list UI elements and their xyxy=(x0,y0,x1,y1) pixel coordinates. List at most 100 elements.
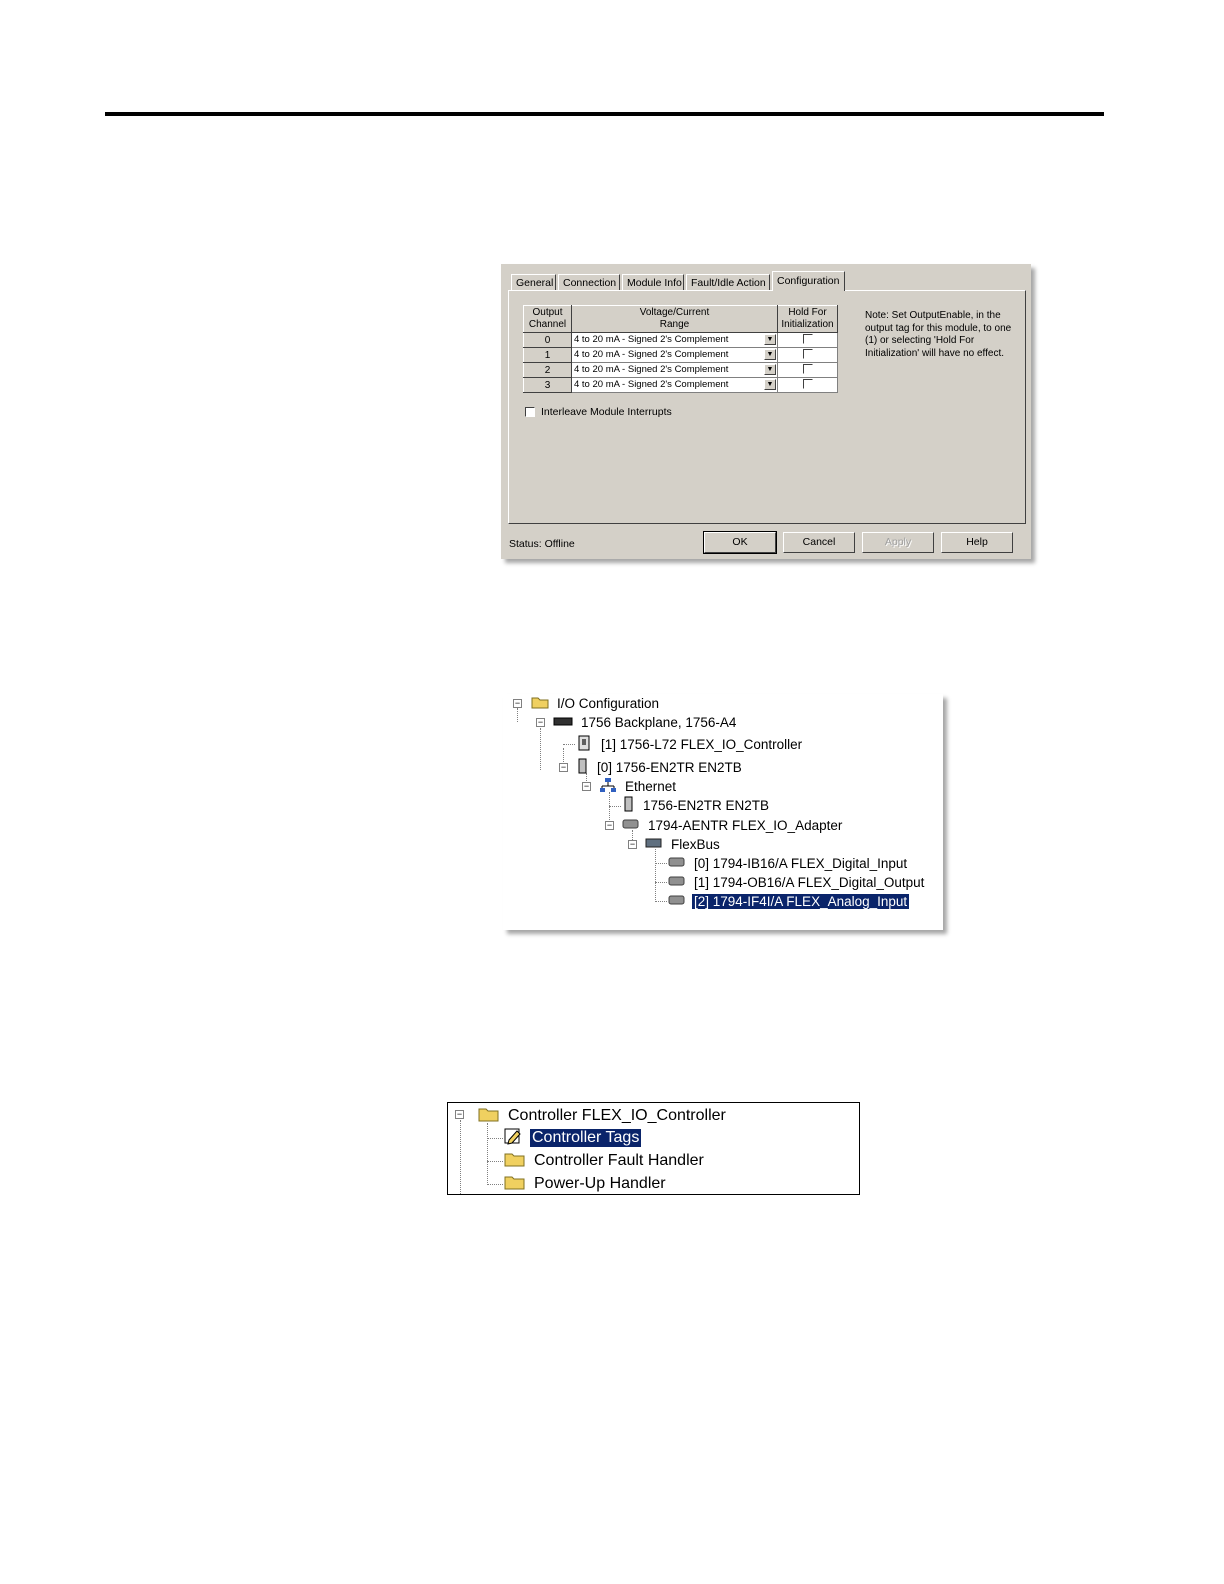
tree-node-controller-root[interactable]: Controller FLEX_IO_Controller xyxy=(478,1105,728,1127)
dropdown-arrow-icon[interactable]: ▼ xyxy=(764,349,776,360)
status-label: Status: xyxy=(509,538,542,550)
dropdown-arrow-icon[interactable]: ▼ xyxy=(764,364,776,375)
collapse-icon[interactable]: − xyxy=(513,699,522,708)
status-bar: Status: Offline xyxy=(509,538,575,550)
module-icon xyxy=(623,796,635,815)
tree-node-module-2[interactable]: [2] 1794-IF4I/A FLEX_Analog_Input xyxy=(668,892,911,910)
tree-node-label: 1756-EN2TR EN2TB xyxy=(643,797,770,813)
tree-node-label: [1] 1794-OB16/A FLEX_Digital_Output xyxy=(694,874,925,890)
ok-button[interactable]: OK xyxy=(703,531,777,554)
table-row: 1 4 to 20 mA - Signed 2's Complement ▼ xyxy=(523,347,838,363)
config-grid: Output Channel Voltage/Current Range Hold … xyxy=(523,305,838,393)
module-properties-dialog: General Connection Module Info Fault/Idl… xyxy=(501,264,1031,559)
hold-checkbox[interactable] xyxy=(802,378,813,389)
range-value: 4 to 20 mA - Signed 2's Complement xyxy=(574,379,729,390)
tree-node-backplane[interactable]: 1756 Backplane, 1756-A4 xyxy=(553,713,738,731)
hold-cell xyxy=(777,332,838,348)
col-header-hold: Hold For Initialization xyxy=(777,305,838,333)
channel-cell: 2 xyxy=(523,362,572,378)
collapse-icon[interactable]: − xyxy=(582,782,591,791)
channel-cell: 3 xyxy=(523,377,572,393)
tree-line xyxy=(655,849,656,902)
range-value: 4 to 20 mA - Signed 2's Complement xyxy=(574,334,729,345)
tree-node-label: [0] 1794-IB16/A FLEX_Digital_Input xyxy=(694,855,908,871)
tree-line xyxy=(563,744,575,745)
tree-node-label: I/O Configuration xyxy=(557,695,660,711)
hold-checkbox[interactable] xyxy=(802,333,813,344)
dropdown-arrow-icon[interactable]: ▼ xyxy=(764,334,776,345)
tree-node-label: 1794-AENTR FLEX_IO_Adapter xyxy=(648,817,843,833)
tree-line xyxy=(655,901,667,902)
tab-fault-idle-action[interactable]: Fault/Idle Action xyxy=(686,274,770,290)
interleave-option[interactable]: Interleave Module Interrupts xyxy=(525,406,672,418)
header-rule xyxy=(105,112,1104,116)
apply-button[interactable]: Apply xyxy=(862,532,934,553)
hold-cell xyxy=(777,377,838,393)
tree-line xyxy=(655,863,667,864)
output-enable-note: Note: Set OutputEnable, in the output ta… xyxy=(865,310,1012,359)
hold-checkbox[interactable] xyxy=(802,363,813,374)
tree-node-label-selected: Controller Tags xyxy=(528,1128,643,1148)
tree-line xyxy=(460,1120,461,1194)
tab-configuration[interactable]: Configuration xyxy=(772,271,845,291)
module-icon xyxy=(622,818,640,833)
collapse-icon[interactable]: − xyxy=(536,718,545,727)
interleave-checkbox[interactable] xyxy=(525,407,535,417)
tree-node-controller-tags[interactable]: Controller Tags xyxy=(504,1127,643,1150)
table-row: 3 4 to 20 mA - Signed 2's Complement ▼ xyxy=(523,377,838,393)
tree-node-module-1[interactable]: [1] 1794-OB16/A FLEX_Digital_Output xyxy=(668,873,926,891)
tree-node-fault-handler[interactable]: Controller Fault Handler xyxy=(504,1150,706,1172)
range-value: 4 to 20 mA - Signed 2's Complement xyxy=(574,349,729,360)
collapse-icon[interactable]: − xyxy=(455,1110,464,1119)
tree-line xyxy=(487,1184,503,1185)
tree-line xyxy=(609,806,621,807)
channel-cell: 1 xyxy=(523,347,572,363)
tree-node-module-0[interactable]: [0] 1794-IB16/A FLEX_Digital_Input xyxy=(668,854,909,872)
io-configuration-tree: − I/O Configuration − 1756 Backplane, 17… xyxy=(503,694,943,930)
tree-line xyxy=(540,728,541,770)
tab-module-info[interactable]: Module Info xyxy=(622,274,684,290)
folder-icon xyxy=(504,1174,526,1195)
range-select[interactable]: 4 to 20 mA - Signed 2's Complement ▼ xyxy=(571,377,778,393)
tab-connection[interactable]: Connection xyxy=(558,274,620,290)
flexbus-icon xyxy=(645,837,663,852)
collapse-icon[interactable]: − xyxy=(559,763,568,772)
folder-icon xyxy=(478,1106,500,1127)
range-select[interactable]: 4 to 20 mA - Signed 2's Complement ▼ xyxy=(571,347,778,363)
hold-checkbox[interactable] xyxy=(802,348,813,359)
network-icon xyxy=(599,777,617,796)
tree-node-en2tr[interactable]: [0] 1756-EN2TR EN2TB xyxy=(577,758,744,776)
tree-node-label: Controller Fault Handler xyxy=(534,1152,704,1169)
tree-node-controller[interactable]: [1] 1756-L72 FLEX_IO_Controller xyxy=(577,735,804,753)
tree-line xyxy=(517,708,518,722)
folder-icon xyxy=(504,1151,526,1172)
tree-node-label: Power-Up Handler xyxy=(534,1175,666,1192)
range-value: 4 to 20 mA - Signed 2's Complement xyxy=(574,364,729,375)
collapse-icon[interactable]: − xyxy=(605,821,614,830)
range-select[interactable]: 4 to 20 mA - Signed 2's Complement ▼ xyxy=(571,332,778,348)
tree-node-label: [1] 1756-L72 FLEX_IO_Controller xyxy=(601,736,803,752)
range-select[interactable]: 4 to 20 mA - Signed 2's Complement ▼ xyxy=(571,362,778,378)
help-button[interactable]: Help xyxy=(941,532,1013,553)
cancel-button[interactable]: Cancel xyxy=(783,532,855,553)
tree-node-adapter[interactable]: 1794-AENTR FLEX_IO_Adapter xyxy=(622,816,844,834)
tree-node-en2tr-ethernet[interactable]: 1756-EN2TR EN2TB xyxy=(623,796,771,814)
tree-node-label: 1756 Backplane, 1756-A4 xyxy=(581,714,737,730)
collapse-icon[interactable]: − xyxy=(628,840,637,849)
tags-icon xyxy=(504,1127,524,1150)
tab-general[interactable]: General xyxy=(511,274,556,290)
col-header-range: Voltage/Current Range xyxy=(571,305,778,333)
tree-line xyxy=(655,882,667,883)
controller-organizer-tree: − Controller FLEX_IO_Controller Controll… xyxy=(447,1102,860,1195)
tree-line xyxy=(487,1161,503,1162)
dropdown-arrow-icon[interactable]: ▼ xyxy=(764,379,776,390)
tree-node-power-up-handler[interactable]: Power-Up Handler xyxy=(504,1173,668,1195)
module-icon xyxy=(668,894,686,909)
tree-node-flexbus[interactable]: FlexBus xyxy=(645,835,722,853)
backplane-icon xyxy=(553,715,573,730)
tree-line xyxy=(487,1123,488,1185)
tree-node-io-configuration[interactable]: I/O Configuration xyxy=(531,694,661,712)
module-icon xyxy=(668,856,686,871)
hold-cell xyxy=(777,362,838,378)
tree-node-ethernet[interactable]: Ethernet xyxy=(599,777,678,795)
